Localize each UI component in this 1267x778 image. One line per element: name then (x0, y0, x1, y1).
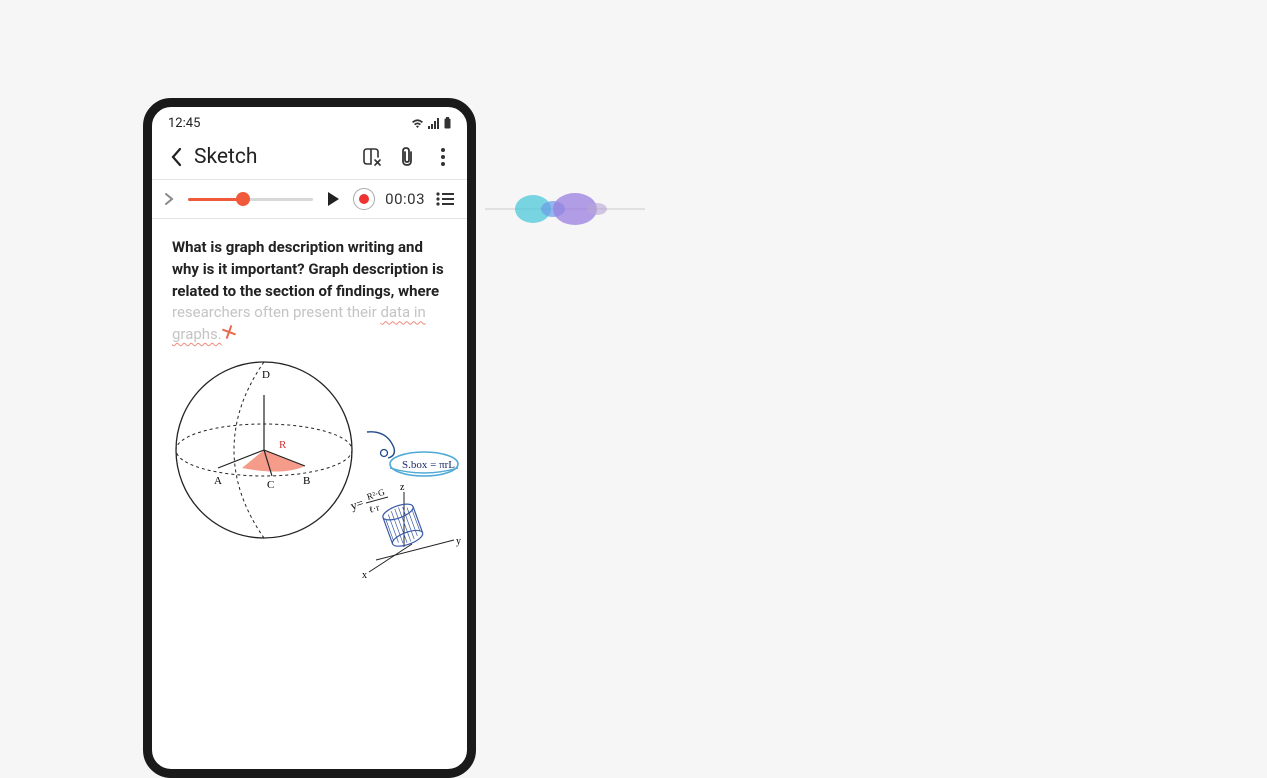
wifi-icon (411, 118, 424, 129)
more-options-button[interactable] (431, 145, 455, 169)
status-bar: 12:45 (152, 107, 467, 139)
reading-mode-button[interactable] (359, 145, 383, 169)
audio-progress-fill (188, 198, 243, 201)
note-paragraph: What is graph description writing and wh… (172, 237, 447, 346)
record-dot-icon (359, 194, 369, 204)
axis-label-z: z (400, 482, 405, 493)
formula-y-left: y= (349, 495, 366, 512)
audio-playback-bar: 00:03 (152, 180, 467, 218)
audio-seek-thumb[interactable] (236, 192, 250, 206)
note-content[interactable]: What is graph description writing and wh… (152, 219, 467, 598)
formula-sbox: S.box = πrL (402, 459, 455, 471)
header-bar: Sketch (152, 139, 467, 179)
sphere-label-C: C (267, 479, 274, 491)
sphere-label-R: R (279, 439, 287, 451)
paragraph-unread-part: researchers often present their (172, 303, 380, 321)
expand-chevron-icon[interactable] (164, 192, 178, 206)
phone-frame: 12:45 Sketch (143, 98, 476, 778)
status-time: 12:45 (168, 116, 200, 131)
sketch-drawing: D R A C B S.box = πrL y= R²·G ℓ·r (172, 360, 447, 580)
recordings-list-button[interactable] (435, 189, 455, 209)
formula-y-top: R²·G (366, 486, 387, 501)
attach-button[interactable] (395, 145, 419, 169)
sphere-label-D: D (262, 369, 270, 381)
bixby-wave-icon (485, 188, 645, 230)
status-icons (411, 117, 451, 129)
record-button[interactable] (353, 188, 375, 210)
back-button[interactable] (164, 145, 188, 169)
battery-icon (444, 117, 451, 129)
paragraph-read-part: What is graph description writing and wh… (172, 238, 444, 300)
sphere-label-A: A (214, 475, 222, 487)
annotation-star-icon (222, 325, 236, 339)
audio-time-elapsed: 00:03 (385, 190, 425, 208)
page-title: Sketch (194, 145, 359, 169)
play-button[interactable] (323, 189, 343, 209)
audio-seek-slider[interactable] (188, 198, 313, 201)
signal-icon (428, 118, 440, 129)
axis-label-x: x (362, 570, 367, 580)
axis-label-y: y (456, 536, 461, 547)
sphere-label-B: B (303, 475, 310, 487)
formula-y-bot: ℓ·r (368, 502, 381, 515)
